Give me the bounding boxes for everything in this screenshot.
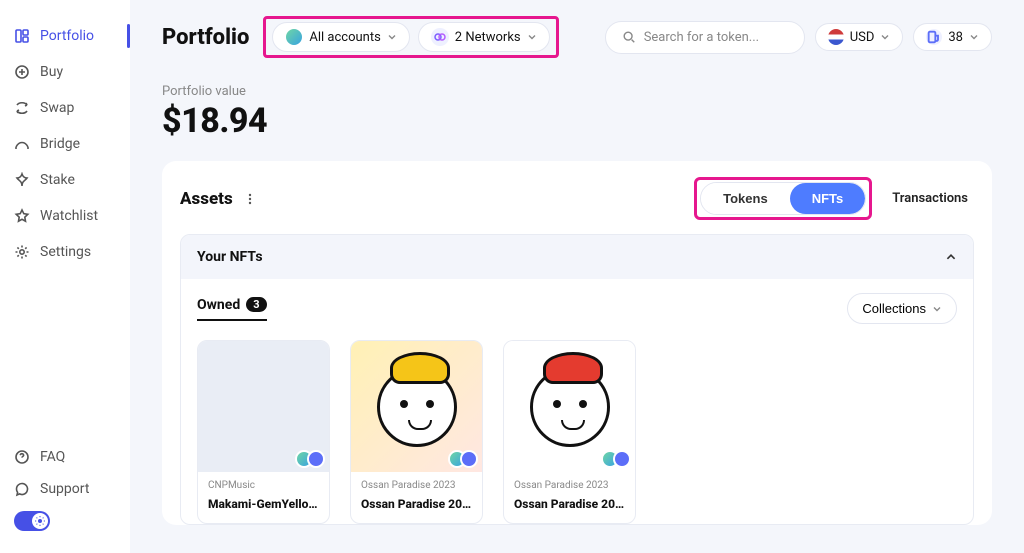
sidebar-item-watchlist[interactable]: Watchlist [0,198,130,234]
sidebar-item-support[interactable]: Support [0,473,130,505]
sidebar: Portfolio Buy Swap Bridge [0,0,130,553]
owned-tab[interactable]: Owned 3 [197,297,267,321]
nft-chain-badges [601,450,631,468]
your-nfts-header[interactable]: Your NFTs [181,235,973,279]
sidebar-item-label: FAQ [40,449,65,465]
sidebar-item-swap[interactable]: Swap [0,90,130,126]
owned-count-badge: 3 [246,297,266,312]
nft-card[interactable]: Ossan Paradise 2023 Ossan Paradise 2023 … [350,340,483,524]
main-content: Portfolio All accounts 2 Networks [130,0,1024,553]
nft-thumbnail [504,341,635,472]
sidebar-item-stake[interactable]: Stake [0,162,130,198]
top-bar: Portfolio All accounts 2 Networks [162,16,992,58]
swap-icon [14,100,30,116]
nft-collection-name: CNPMusic [208,480,319,491]
tab-tokens[interactable]: Tokens [701,183,790,214]
chain-badge-icon [307,450,325,468]
network-icon [431,28,449,46]
nft-collection-name: Ossan Paradise 2023 [514,480,625,491]
accounts-label: All accounts [309,30,380,45]
gear-icon [14,244,30,260]
currency-label: USD [850,30,875,45]
nft-title: Ossan Paradise 2023 ... [514,497,625,511]
assets-panel: Assets Tokens NFTs Transactions Y [162,161,992,525]
sidebar-item-label: Portfolio [40,28,94,44]
gas-icon [926,29,942,45]
assets-segmented: Tokens NFTs [700,182,866,215]
nft-card[interactable]: Ossan Paradise 2023 Ossan Paradise 2023 … [503,340,636,524]
sidebar-item-portfolio[interactable]: Portfolio [0,18,130,54]
bridge-icon [14,136,30,152]
sidebar-item-bridge[interactable]: Bridge [0,126,130,162]
nft-title: Ossan Paradise 2023 ... [361,497,472,511]
nft-title: Makami-GemYellow #... [208,497,319,511]
sidebar-item-label: Watchlist [40,208,98,224]
stake-icon [14,172,30,188]
assets-title: Assets [180,189,233,209]
chevron-down-icon [969,32,979,42]
gas-value: 38 [948,30,963,45]
star-icon [14,208,30,224]
toggle-knob [32,513,48,529]
plus-circle-icon [14,64,30,80]
accounts-selector[interactable]: All accounts [272,22,409,52]
nft-chain-badges [448,450,478,468]
search-placeholder: Search for a token... [644,30,759,45]
chevron-up-icon [945,251,957,263]
your-nfts-panel: Your NFTs Owned 3 Collections [180,234,974,525]
sidebar-item-label: Buy [40,64,63,80]
nft-thumbnail [351,341,482,472]
tab-transactions[interactable]: Transactions [886,183,974,214]
nft-chain-badges [295,450,325,468]
chevron-down-icon [880,32,890,42]
search-icon [622,30,636,44]
question-circle-icon [14,449,30,465]
chevron-down-icon [527,32,537,42]
sidebar-item-label: Bridge [40,136,80,152]
us-flag-icon [828,29,844,45]
chevron-down-icon [387,32,397,42]
chat-icon [14,481,30,497]
owned-label: Owned [197,297,240,313]
page-title: Portfolio [162,25,249,50]
networks-selector[interactable]: 2 Networks [418,22,550,52]
collections-selector[interactable]: Collections [847,293,957,324]
nft-thumbnail [198,341,329,472]
more-vert-icon[interactable] [243,192,257,206]
portfolio-value-label: Portfolio value [162,84,992,99]
tab-nfts[interactable]: NFTs [790,183,866,214]
highlight-accounts-networks: All accounts 2 Networks [263,16,558,58]
sidebar-item-label: Stake [40,172,75,188]
sidebar-item-settings[interactable]: Settings [0,234,130,270]
sidebar-item-buy[interactable]: Buy [0,54,130,90]
sidebar-item-label: Settings [40,244,91,260]
theme-toggle[interactable] [14,511,50,531]
sidebar-item-label: Support [40,481,89,497]
chain-badge-icon [460,450,478,468]
sidebar-item-faq[interactable]: FAQ [0,441,130,473]
your-nfts-label: Your NFTs [197,249,263,265]
portfolio-icon [14,28,30,44]
networks-label: 2 Networks [455,30,521,45]
account-avatar-icon [285,28,303,46]
collections-label: Collections [862,301,926,316]
chain-badge-icon [613,450,631,468]
portfolio-value: $18.94 [162,101,992,141]
search-input[interactable]: Search for a token... [605,21,805,54]
nft-collection-name: Ossan Paradise 2023 [361,480,472,491]
chevron-down-icon [932,304,942,314]
highlight-tokens-nfts: Tokens NFTs [694,177,872,220]
currency-selector[interactable]: USD [815,23,904,51]
sidebar-item-label: Swap [40,100,74,116]
nft-card[interactable]: CNPMusic Makami-GemYellow #... [197,340,330,524]
gas-selector[interactable]: 38 [913,23,992,51]
nft-cards: CNPMusic Makami-GemYellow #... [197,340,957,524]
